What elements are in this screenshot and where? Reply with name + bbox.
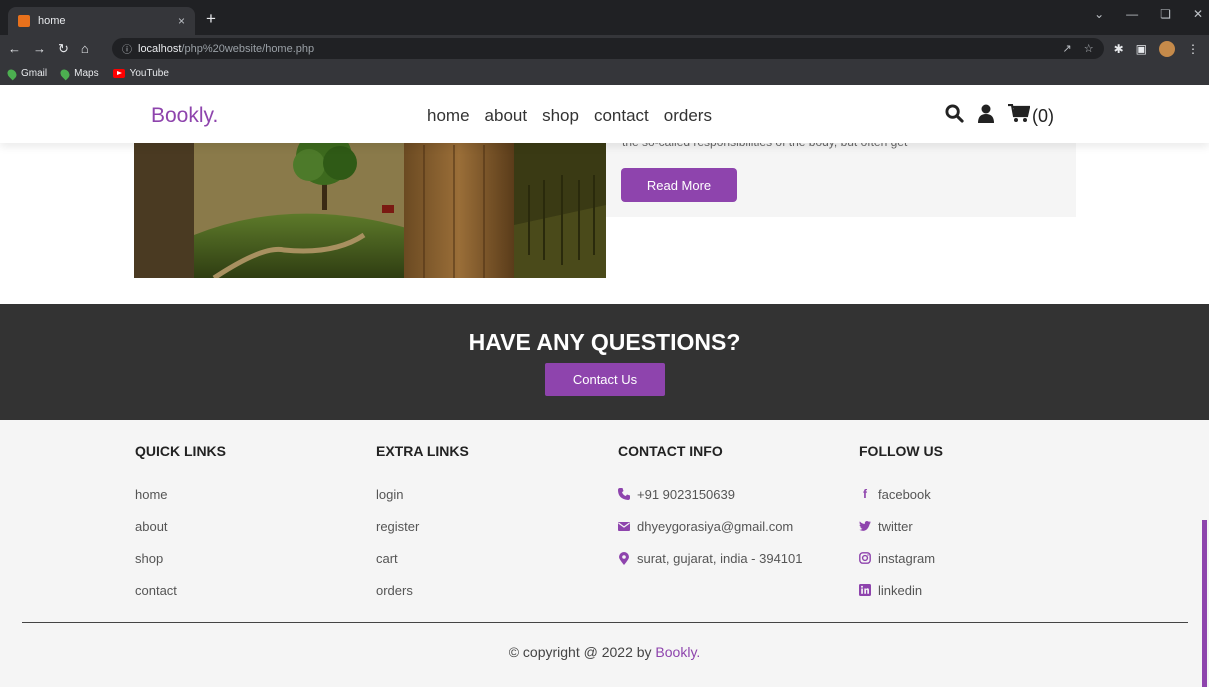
bookmark-label: Gmail bbox=[21, 68, 48, 79]
nav-orders[interactable]: orders bbox=[664, 106, 712, 126]
questions-section: HAVE ANY QUESTIONS? Contact Us bbox=[0, 304, 1209, 420]
bookmark-maps[interactable]: Maps bbox=[58, 67, 99, 80]
footer-divider bbox=[22, 622, 1188, 623]
home-icon[interactable]: ⌂ bbox=[81, 41, 89, 57]
footer-link-orders[interactable]: orders bbox=[376, 574, 469, 606]
profile-avatar[interactable] bbox=[1159, 40, 1175, 57]
read-more-button[interactable]: Read More bbox=[621, 168, 737, 202]
copyright: © copyright @ 2022 by Bookly. bbox=[0, 644, 1209, 660]
back-icon[interactable]: ← bbox=[8, 41, 21, 57]
envelope-icon bbox=[618, 520, 630, 532]
nav-shop[interactable]: shop bbox=[542, 106, 579, 126]
main-nav: home about shop contact orders bbox=[427, 106, 712, 126]
scrollbar-thumb[interactable] bbox=[1202, 520, 1207, 687]
info-icon[interactable]: ⓘ bbox=[122, 41, 132, 56]
cart-icon bbox=[1008, 103, 1031, 128]
footer-link-shop[interactable]: shop bbox=[135, 542, 226, 574]
social-instagram[interactable]: instagram bbox=[859, 542, 943, 574]
map-marker-icon bbox=[618, 551, 630, 565]
contact-info-column: CONTACT INFO +91 9023150639 dhyeygorasiy… bbox=[618, 443, 803, 574]
side-panel-icon[interactable]: ▣ bbox=[1136, 42, 1147, 56]
footer-link-cart[interactable]: cart bbox=[376, 542, 469, 574]
follow-us-title: FOLLOW US bbox=[859, 443, 943, 459]
extension-icons: ✱ ▣ ⋮ bbox=[1114, 40, 1209, 57]
follow-us-column: FOLLOW US f facebook twitter instagram l… bbox=[859, 443, 943, 606]
nav-contact[interactable]: contact bbox=[594, 106, 649, 126]
instagram-icon bbox=[859, 552, 871, 564]
nav-buttons: ← → ↻ ⌂ bbox=[0, 41, 112, 57]
url-path: /php%20website/home.php bbox=[181, 42, 315, 55]
tab-title: home bbox=[38, 15, 66, 27]
social-linkedin[interactable]: linkedin bbox=[859, 574, 943, 606]
contact-info-title: CONTACT INFO bbox=[618, 443, 723, 459]
cart-count: (0) bbox=[1032, 105, 1054, 126]
footer-link-login[interactable]: login bbox=[376, 478, 469, 510]
copyright-brand[interactable]: Bookly. bbox=[655, 644, 700, 660]
footer-link-contact[interactable]: contact bbox=[135, 574, 226, 606]
bookmark-label: Maps bbox=[74, 68, 99, 79]
youtube-icon bbox=[112, 69, 125, 78]
footer-link-home[interactable]: home bbox=[135, 478, 226, 510]
reload-icon[interactable]: ↻ bbox=[58, 41, 69, 57]
minimize-icon[interactable]: — bbox=[1126, 7, 1138, 21]
extra-links-column: EXTRA LINKS login register cart orders bbox=[376, 443, 469, 606]
omnibox-actions: ↗ ☆ bbox=[1063, 42, 1094, 55]
close-window-icon[interactable]: ✕ bbox=[1193, 7, 1203, 21]
questions-title: HAVE ANY QUESTIONS? bbox=[468, 329, 741, 355]
footer-link-about[interactable]: about bbox=[135, 510, 226, 542]
quick-links-title: QUICK LINKS bbox=[135, 443, 226, 459]
extra-links-title: EXTRA LINKS bbox=[376, 443, 469, 459]
menu-dots-icon[interactable]: ⋮ bbox=[1187, 42, 1199, 56]
nav-home[interactable]: home bbox=[427, 106, 470, 126]
social-facebook[interactable]: f facebook bbox=[859, 478, 943, 510]
contact-phone[interactable]: +91 9023150639 bbox=[618, 478, 803, 510]
url-host: localhost bbox=[138, 42, 182, 55]
maps-pin-icon bbox=[5, 67, 19, 80]
address-bar: ← → ↻ ⌂ ⓘ localhost /php%20website/home.… bbox=[0, 35, 1209, 62]
quick-links-column: QUICK LINKS home about shop contact bbox=[135, 443, 226, 606]
contact-email[interactable]: dhyeygorasiya@gmail.com bbox=[618, 510, 803, 542]
nav-about[interactable]: about bbox=[485, 106, 528, 126]
favicon-icon bbox=[18, 15, 30, 27]
close-tab-icon[interactable]: × bbox=[178, 14, 185, 28]
bookmark-label: YouTube bbox=[129, 68, 169, 79]
bookmarks-bar: Gmail Maps YouTube bbox=[0, 62, 1209, 85]
copyright-text: © copyright @ 2022 by bbox=[508, 644, 652, 660]
url-input[interactable]: ⓘ localhost /php%20website/home.php ↗ ☆ bbox=[112, 38, 1104, 59]
social-twitter[interactable]: twitter bbox=[859, 510, 943, 542]
bookmark-youtube[interactable]: YouTube bbox=[112, 68, 169, 79]
about-image bbox=[134, 125, 606, 278]
share-icon[interactable]: ↗ bbox=[1063, 42, 1072, 55]
forward-icon[interactable]: → bbox=[33, 41, 46, 57]
site-logo[interactable]: Bookly. bbox=[151, 104, 218, 128]
window-controls: ⌄ — ❏ ✕ bbox=[1094, 7, 1203, 21]
search-icon[interactable] bbox=[945, 104, 964, 128]
user-icon[interactable] bbox=[978, 104, 994, 128]
contact-us-button[interactable]: Contact Us bbox=[545, 363, 665, 396]
page-viewport: Bookly. home about shop contact orders (… bbox=[0, 85, 1209, 687]
browser-tab-bar: home × + ⌄ — ❏ ✕ bbox=[0, 0, 1209, 35]
browser-tab[interactable]: home × bbox=[8, 7, 195, 35]
twitter-icon bbox=[859, 520, 871, 532]
header-icons: (0) bbox=[945, 103, 1054, 128]
contact-address[interactable]: surat, gujarat, india - 394101 bbox=[618, 542, 803, 574]
tab-search-icon[interactable]: ⌄ bbox=[1094, 7, 1104, 21]
linkedin-icon bbox=[859, 584, 871, 596]
site-footer: QUICK LINKS home about shop contact EXTR… bbox=[0, 420, 1209, 687]
phone-icon bbox=[618, 488, 630, 500]
restore-icon[interactable]: ❏ bbox=[1160, 7, 1171, 21]
site-header: Bookly. home about shop contact orders (… bbox=[0, 85, 1209, 143]
facebook-icon: f bbox=[863, 487, 867, 501]
maps-pin-icon bbox=[58, 67, 72, 80]
cart-link[interactable]: (0) bbox=[1008, 103, 1054, 128]
new-tab-button[interactable]: + bbox=[206, 9, 216, 29]
bookmark-gmail[interactable]: Gmail bbox=[5, 67, 48, 80]
bookmark-star-icon[interactable]: ☆ bbox=[1084, 42, 1094, 55]
extensions-puzzle-icon[interactable]: ✱ bbox=[1114, 42, 1124, 56]
footer-link-register[interactable]: register bbox=[376, 510, 469, 542]
